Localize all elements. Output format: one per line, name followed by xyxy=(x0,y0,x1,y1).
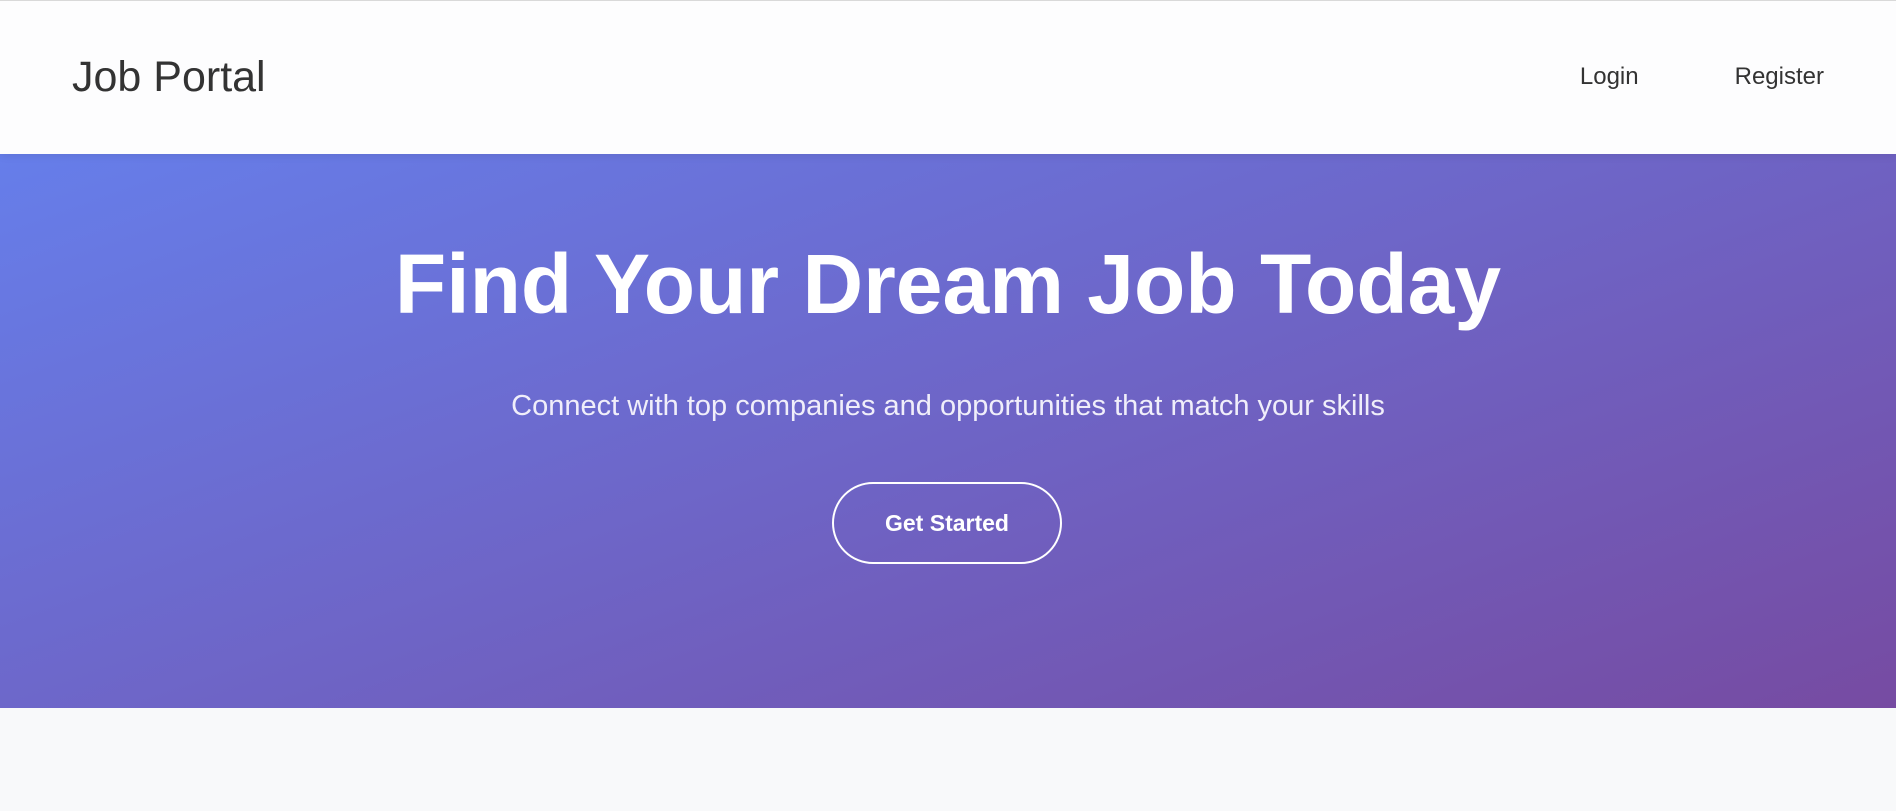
hero-subtitle: Connect with top companies and opportuni… xyxy=(511,390,1385,422)
register-link[interactable]: Register xyxy=(1735,61,1824,93)
hero-section: Find Your Dream Job Today Connect with t… xyxy=(0,154,1896,708)
main-nav: Login Register xyxy=(1580,61,1824,93)
get-started-button[interactable]: Get Started xyxy=(832,482,1062,564)
page: Job Portal Login Register Find Your Drea… xyxy=(0,0,1896,811)
site-header: Job Portal Login Register xyxy=(0,0,1896,154)
hero-title: Find Your Dream Job Today xyxy=(394,237,1502,331)
content-section xyxy=(0,708,1896,811)
login-link[interactable]: Login xyxy=(1580,61,1639,93)
site-logo[interactable]: Job Portal xyxy=(72,51,266,103)
